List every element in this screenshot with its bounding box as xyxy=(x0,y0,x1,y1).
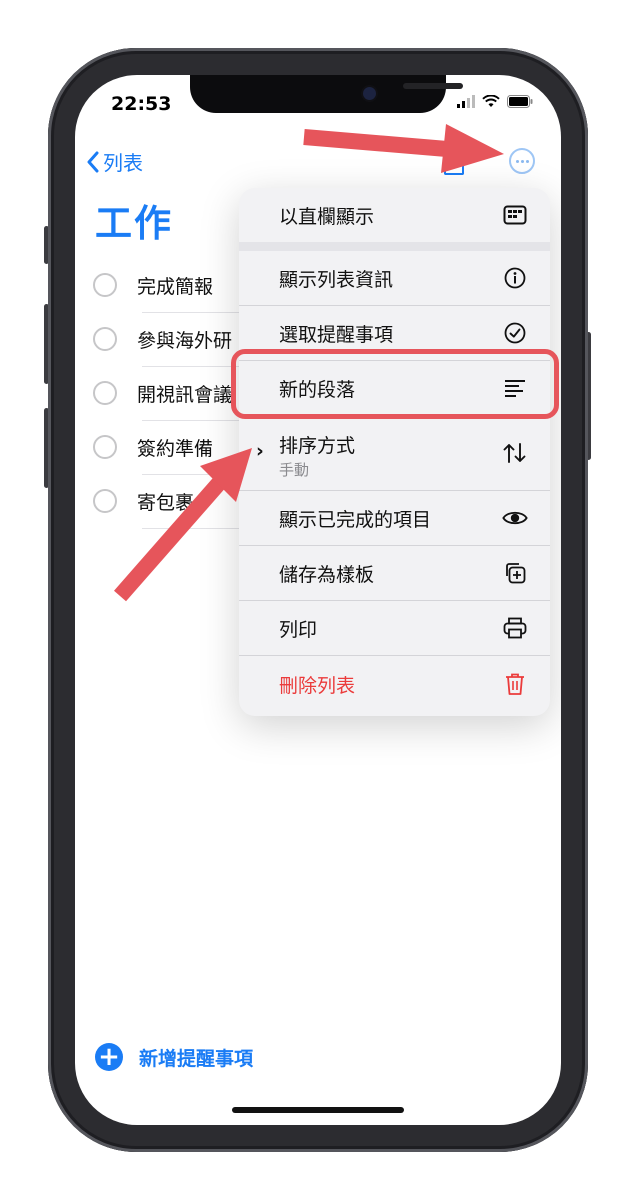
arrow-to-sort-item xyxy=(113,448,252,602)
annotation-arrows xyxy=(113,124,504,602)
arrow-to-more-button xyxy=(303,124,504,173)
